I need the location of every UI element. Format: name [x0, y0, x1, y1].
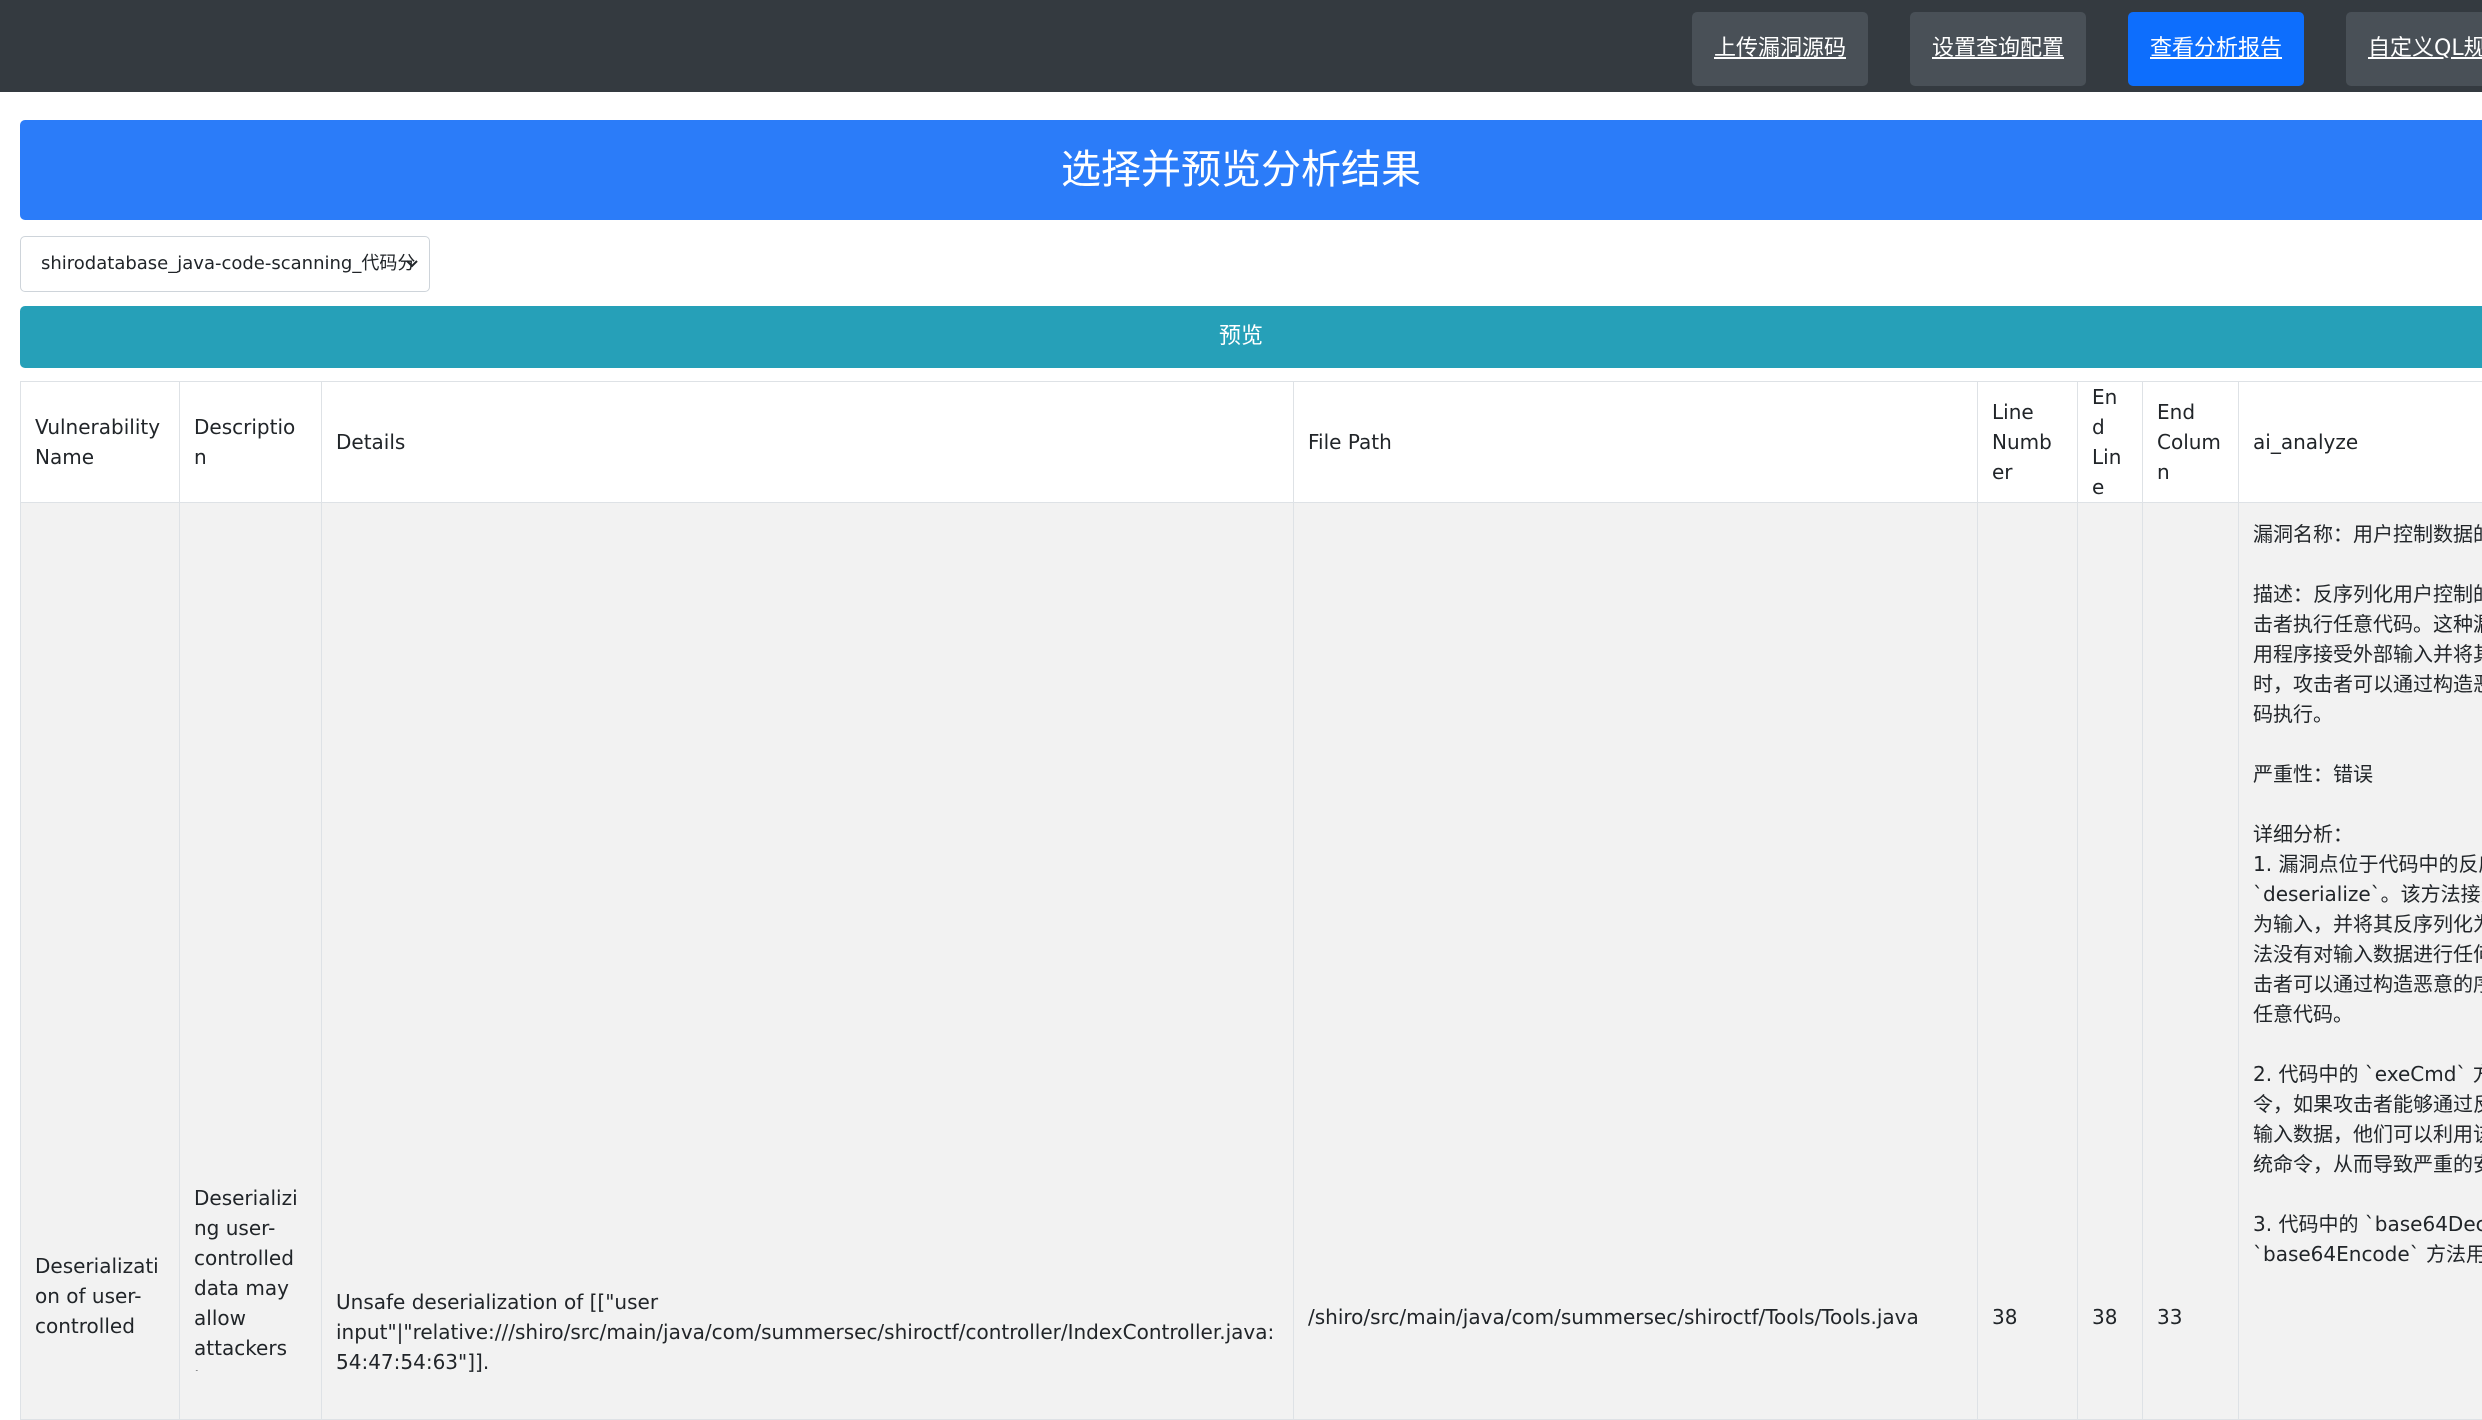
header-ai-analyze: ai_analyze	[2239, 382, 2482, 503]
cell-vulnerability-name: Deserialization of user-controlled	[21, 503, 180, 1420]
page-title: 选择并预览分析结果	[0, 120, 2482, 220]
result-file-select[interactable]: shirodatabase_java-code-scanning_代码分	[20, 236, 430, 292]
header-vulnerability-name: Vulnerability Name	[21, 382, 180, 503]
header-end-line: End Line	[2078, 382, 2143, 503]
end-line-text: 38	[2092, 1302, 2128, 1332]
chevron-down-icon	[405, 237, 419, 292]
cell-end-line: 38	[2078, 503, 2143, 1420]
table-row: Deserialization of user-controlled Deser…	[21, 503, 2482, 1420]
cell-end-column: 33	[2143, 503, 2239, 1420]
results-table: Vulnerability Name Description Details F…	[20, 381, 2482, 1420]
vulnerability-name-text: Deserialization of user-controlled	[35, 1251, 165, 1371]
query-config-button[interactable]: 设置查询配置	[1910, 12, 2086, 86]
details-text: Unsafe deserialization of [["user input"…	[336, 1287, 1279, 1377]
cell-details: Unsafe deserialization of [["user input"…	[322, 503, 1294, 1420]
top-navbar: 上传漏洞源码 设置查询配置 查看分析报告 自定义QL规则	[0, 0, 2482, 92]
view-report-button[interactable]: 查看分析报告	[2128, 12, 2304, 86]
line-number-text: 38	[1992, 1302, 2063, 1332]
table-header-row: Vulnerability Name Description Details F…	[21, 382, 2482, 503]
header-file-path: File Path	[1294, 382, 1978, 503]
cell-line-number: 38	[1978, 503, 2078, 1420]
file-path-text: /shiro/src/main/java/com/summersec/shiro…	[1308, 1302, 1963, 1332]
cell-ai-analyze: 漏洞名称：用户控制数据的 描述：反序列化用户控制的 击者执行任意代码。这种漏 用…	[2239, 503, 2482, 1420]
end-column-text: 33	[2157, 1302, 2224, 1332]
preview-button[interactable]: 预览	[20, 306, 2482, 368]
cell-file-path: /shiro/src/main/java/com/summersec/shiro…	[1294, 503, 1978, 1420]
description-text: Deserializing user-controlled data may a…	[194, 1183, 307, 1371]
custom-ql-rule-button[interactable]: 自定义QL规则	[2346, 12, 2482, 86]
upload-source-button[interactable]: 上传漏洞源码	[1692, 12, 1868, 86]
cell-description: Deserializing user-controlled data may a…	[180, 503, 322, 1420]
result-file-select-value: shirodatabase_java-code-scanning_代码分	[41, 253, 415, 274]
header-end-column: End Column	[2143, 382, 2239, 503]
header-description: Description	[180, 382, 322, 503]
preview-button-label: 预览	[0, 306, 2482, 368]
header-details: Details	[322, 382, 1294, 503]
header-line-number: Line Number	[1978, 382, 2078, 503]
page-title-banner: 选择并预览分析结果	[20, 120, 2482, 220]
